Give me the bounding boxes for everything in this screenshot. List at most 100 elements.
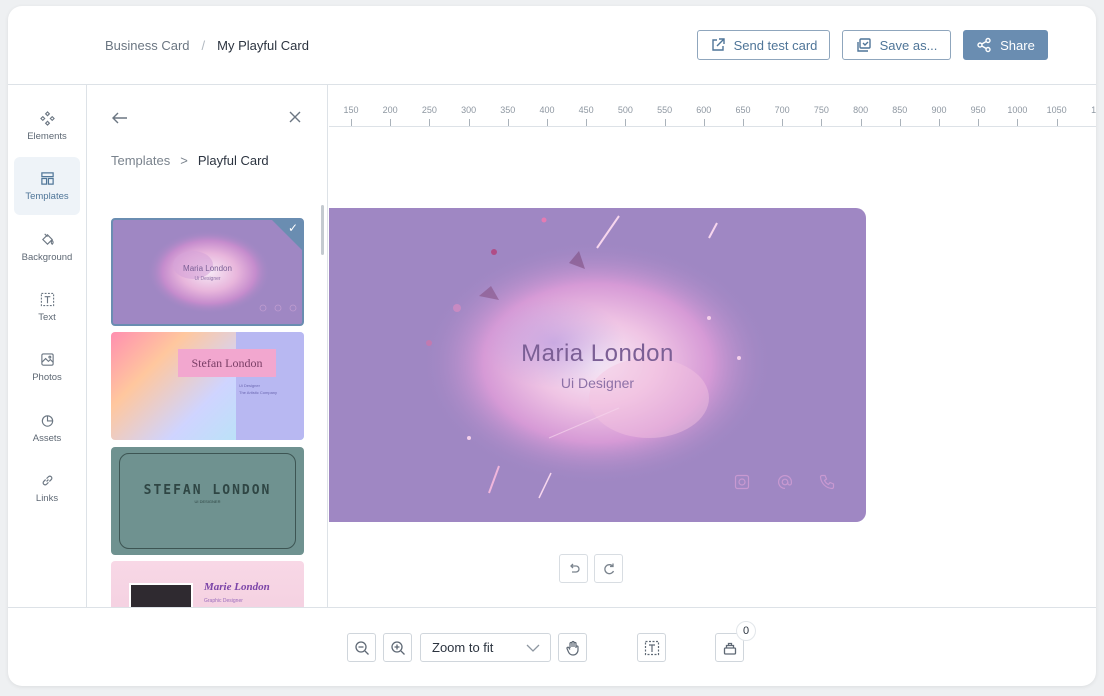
ruler-tick-mark [547, 119, 548, 126]
rail-item-background[interactable]: Background [14, 218, 80, 276]
photo-placeholder [129, 583, 193, 607]
template-thumbnail-maria[interactable]: Maria London Ui Designer ✓ [111, 218, 304, 326]
phone-icon [819, 474, 835, 490]
breadcrumb-separator: / [201, 38, 206, 53]
card-name[interactable]: Maria London [329, 340, 866, 368]
text-icon [40, 292, 54, 306]
template-thumbnail-marie[interactable]: Marie London Graphic Designer [111, 561, 304, 607]
zoom-in-icon [390, 640, 405, 655]
save-as-label: Save as... [879, 37, 938, 53]
rail-item-templates[interactable]: Templates [14, 157, 80, 215]
template-thumbnail-stefan-gradient[interactable]: Stefan London Ui Designer The Artistic C… [111, 332, 304, 440]
ruler-tick-label: 350 [500, 105, 516, 115]
template-role: Ui Designer [194, 276, 221, 282]
paint-bucket-icon [41, 232, 54, 245]
share-button[interactable]: Share [963, 30, 1048, 60]
tool-rail: Elements Templates Background Text Photo… [8, 85, 87, 607]
instagram-icon [734, 474, 750, 490]
ruler-tick-mark [1017, 119, 1019, 126]
hand-tool-button[interactable] [558, 633, 587, 662]
panel-crumb-current: Playful Card [197, 153, 269, 168]
external-link-icon [711, 38, 725, 51]
ruler-tick-mark [351, 119, 352, 126]
save-as-button[interactable]: Save as... [842, 30, 951, 60]
ruler-tick-label: 450 [578, 105, 594, 115]
ruler-tick-label: 900 [931, 105, 947, 115]
send-test-card-label: Send test card [733, 37, 818, 53]
panel-breadcrumb: Templates > Playful Card [111, 153, 269, 168]
ruler-tick-label: 300 [461, 105, 477, 115]
text-box-button[interactable] [637, 633, 666, 662]
ruler-tick-mark [782, 119, 784, 126]
ruler-tick-label: 150 [343, 105, 359, 115]
ruler-tick-mark [1056, 119, 1058, 126]
bottom-toolbar: Zoom to fit 0 [8, 607, 1096, 686]
template-name: Stefan London [178, 349, 276, 377]
share-label: Share [1000, 37, 1035, 53]
send-test-card-button[interactable]: Send test card [697, 30, 830, 60]
layers-count-badge: 0 [736, 621, 756, 641]
elements-icon [39, 110, 55, 126]
ruler-tick-label: 1050 [1046, 105, 1067, 115]
ruler-tick-mark [429, 119, 431, 126]
ruler-tick-label: 750 [813, 105, 829, 115]
email-at-icon [778, 475, 792, 489]
back-arrow-icon[interactable] [111, 109, 129, 127]
zoom-select[interactable]: Zoom to fit [420, 633, 551, 662]
save-copy-icon [856, 38, 871, 52]
breadcrumb-root[interactable]: Business Card [105, 38, 190, 53]
close-icon[interactable] [287, 109, 303, 125]
template-thumbnail-stefan-retro[interactable]: STEFAN LONDON UI DESIGNER [111, 447, 304, 555]
ruler-tick-mark [390, 119, 392, 126]
rail-item-assets[interactable]: Assets [14, 399, 80, 457]
redo-button[interactable] [594, 554, 623, 583]
template-name: Marie London [204, 581, 270, 593]
template-company: The Artistic Company [239, 390, 278, 395]
panel-scrollbar[interactable] [321, 205, 324, 255]
rail-item-links[interactable]: Links [14, 459, 80, 517]
breadcrumb: Business Card / My Playful Card [105, 38, 309, 53]
layers-icon [723, 642, 736, 655]
top-bar: Business Card / My Playful Card Send tes… [8, 6, 1096, 85]
template-role: Ui Designer [239, 383, 260, 388]
chevron-right-icon: > [180, 153, 188, 168]
ruler-tick-mark [939, 119, 940, 126]
ruler-tick-label: 700 [774, 105, 790, 115]
ruler-tick-mark [821, 119, 823, 126]
template-name: Maria London [183, 264, 232, 273]
panel-crumb-root[interactable]: Templates [111, 153, 170, 168]
rail-label: Background [21, 251, 73, 263]
templates-panel: Templates > Playful Card Maria London Ui… [87, 85, 328, 607]
ruler-tick-label: 200 [382, 105, 398, 115]
ruler-tick-label: 400 [539, 105, 555, 115]
template-role: Graphic Designer [204, 598, 243, 604]
ruler-tick-label: 550 [657, 105, 673, 115]
ruler-tick-label: 500 [617, 105, 633, 115]
rail-item-elements[interactable]: Elements [14, 97, 80, 155]
ruler-tick-mark [664, 119, 666, 126]
rail-item-photos[interactable]: Photos [14, 338, 80, 396]
ruler-tick-mark [860, 119, 862, 126]
rail-label: Assets [32, 432, 62, 444]
rail-label: Elements [27, 130, 67, 142]
template-name: STEFAN LONDON [143, 483, 272, 498]
text-box-icon [644, 640, 659, 655]
rail-label: Templates [25, 190, 69, 202]
ruler-tick-mark [978, 119, 980, 126]
undo-button[interactable] [559, 554, 588, 583]
rail-item-text[interactable]: Text [14, 278, 80, 336]
rail-label: Links [35, 492, 59, 504]
card-role[interactable]: Ui Designer [329, 375, 866, 391]
image-icon [40, 352, 54, 366]
ruler-tick-mark [468, 119, 470, 126]
ruler-tick-label: 650 [735, 105, 751, 115]
ruler-tick-label: 1000 [1007, 105, 1028, 115]
zoom-out-button[interactable] [347, 633, 376, 662]
chevron-down-icon [526, 644, 540, 652]
assets-icon [41, 414, 53, 427]
ruler-tick-label: 250 [421, 105, 437, 115]
business-card[interactable]: Maria London Ui Designer [329, 208, 866, 522]
ruler-tick-mark [625, 119, 627, 126]
zoom-in-button[interactable] [383, 633, 412, 662]
ruler-tick-mark [899, 119, 901, 126]
